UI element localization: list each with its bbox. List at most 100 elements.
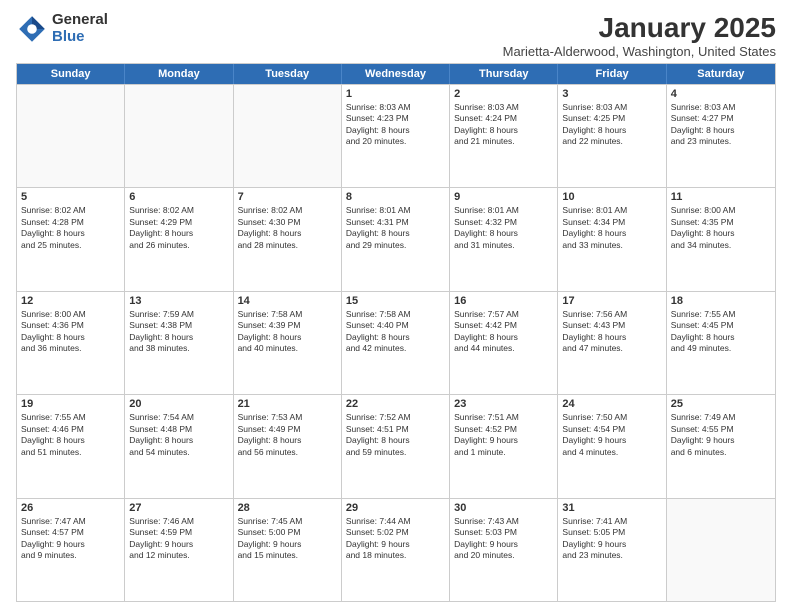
day-number: 4 [671,88,771,100]
title-block: January 2025 Marietta-Alderwood, Washing… [503,12,776,59]
logo-text: General Blue [52,12,108,45]
calendar-cell: 10Sunrise: 8:01 AM Sunset: 4:34 PM Dayli… [558,188,666,290]
calendar-cell: 18 Sunrise: 7:55 AM Sunset: 4:45 PM Dayli… [667,292,775,394]
day-number: 22 [346,398,445,410]
page: General Blue January 2025 Marietta-Alder… [0,0,792,612]
day-number: 9 [454,191,553,203]
logo-general-label: General [52,12,108,29]
calendar-cell: 27 Sunrise: 7:46 AM Sunset: 4:59 PM Dayli… [125,499,233,601]
day-number: 17 [562,295,661,307]
header: General Blue January 2025 Marietta-Alder… [16,12,776,59]
calendar-cell: 2 Sunrise: 8:03 AM Sunset: 4:24 PM Daylig… [450,85,558,187]
calendar-week-row: 1Sunrise: 8:03 AM Sunset: 4:23 PM Daylig… [17,84,775,187]
calendar-cell: 9 Sunrise: 8:01 AM Sunset: 4:32 PM Daylig… [450,188,558,290]
calendar-cell: 19 Sunrise: 7:55 AM Sunset: 4:46 PM Dayli… [17,395,125,497]
month-title: January 2025 [503,12,776,44]
day-number: 11 [671,191,771,203]
day-info: Sunrise: 8:02 AM Sunset: 4:30 PM Dayligh… [238,205,337,251]
day-number: 28 [238,502,337,514]
day-number: 31 [562,502,661,514]
calendar-cell: 28Sunrise: 7:45 AM Sunset: 5:00 PM Dayli… [234,499,342,601]
weekday-header: Thursday [450,64,558,84]
day-number: 20 [129,398,228,410]
day-info: Sunrise: 8:01 AM Sunset: 4:32 PM Dayligh… [454,205,553,251]
calendar-cell: 15Sunrise: 7:58 AM Sunset: 4:40 PM Dayli… [342,292,450,394]
calendar-cell: 25Sunrise: 7:49 AM Sunset: 4:55 PM Dayli… [667,395,775,497]
calendar-header: SundayMondayTuesdayWednesdayThursdayFrid… [17,64,775,84]
day-number: 26 [21,502,120,514]
day-info: Sunrise: 7:56 AM Sunset: 4:43 PM Dayligh… [562,309,661,355]
day-number: 12 [21,295,120,307]
calendar-week-row: 19 Sunrise: 7:55 AM Sunset: 4:46 PM Dayli… [17,394,775,497]
calendar-cell: 7 Sunrise: 8:02 AM Sunset: 4:30 PM Daylig… [234,188,342,290]
weekday-header: Sunday [17,64,125,84]
day-info: Sunrise: 7:55 AM Sunset: 4:46 PM Dayligh… [21,412,120,458]
calendar-cell [667,499,775,601]
day-number: 8 [346,191,445,203]
day-info: Sunrise: 7:52 AM Sunset: 4:51 PM Dayligh… [346,412,445,458]
day-info: Sunrise: 7:44 AM Sunset: 5:02 PM Dayligh… [346,516,445,562]
day-number: 25 [671,398,771,410]
calendar-cell: 20Sunrise: 7:54 AM Sunset: 4:48 PM Dayli… [125,395,233,497]
calendar-cell: 31 Sunrise: 7:41 AM Sunset: 5:05 PM Dayli… [558,499,666,601]
day-number: 27 [129,502,228,514]
calendar-cell: 30Sunrise: 7:43 AM Sunset: 5:03 PM Dayli… [450,499,558,601]
day-number: 6 [129,191,228,203]
day-number: 24 [562,398,661,410]
calendar-cell: 13 Sunrise: 7:59 AM Sunset: 4:38 PM Dayli… [125,292,233,394]
day-info: Sunrise: 7:43 AM Sunset: 5:03 PM Dayligh… [454,516,553,562]
day-number: 7 [238,191,337,203]
day-number: 3 [562,88,661,100]
day-number: 21 [238,398,337,410]
calendar-cell: 1Sunrise: 8:03 AM Sunset: 4:23 PM Daylig… [342,85,450,187]
calendar-cell: 17 Sunrise: 7:56 AM Sunset: 4:43 PM Dayli… [558,292,666,394]
day-number: 18 [671,295,771,307]
calendar-week-row: 12 Sunrise: 8:00 AM Sunset: 4:36 PM Dayli… [17,291,775,394]
calendar-cell: 24 Sunrise: 7:50 AM Sunset: 4:54 PM Dayli… [558,395,666,497]
day-number: 29 [346,502,445,514]
day-info: Sunrise: 8:00 AM Sunset: 4:36 PM Dayligh… [21,309,120,355]
calendar-cell: 12 Sunrise: 8:00 AM Sunset: 4:36 PM Dayli… [17,292,125,394]
logo-blue-label: Blue [52,29,108,46]
calendar-cell: 5Sunrise: 8:02 AM Sunset: 4:28 PM Daylig… [17,188,125,290]
day-info: Sunrise: 7:57 AM Sunset: 4:42 PM Dayligh… [454,309,553,355]
day-info: Sunrise: 8:01 AM Sunset: 4:34 PM Dayligh… [562,205,661,251]
calendar-week-row: 26Sunrise: 7:47 AM Sunset: 4:57 PM Dayli… [17,498,775,601]
day-info: Sunrise: 8:03 AM Sunset: 4:27 PM Dayligh… [671,102,771,148]
day-number: 2 [454,88,553,100]
day-info: Sunrise: 7:46 AM Sunset: 4:59 PM Dayligh… [129,516,228,562]
calendar: SundayMondayTuesdayWednesdayThursdayFrid… [16,63,776,602]
day-number: 5 [21,191,120,203]
day-info: Sunrise: 7:51 AM Sunset: 4:52 PM Dayligh… [454,412,553,458]
calendar-cell: 16Sunrise: 7:57 AM Sunset: 4:42 PM Dayli… [450,292,558,394]
day-info: Sunrise: 7:55 AM Sunset: 4:45 PM Dayligh… [671,309,771,355]
day-info: Sunrise: 7:53 AM Sunset: 4:49 PM Dayligh… [238,412,337,458]
weekday-header: Friday [558,64,666,84]
day-number: 15 [346,295,445,307]
calendar-cell: 4 Sunrise: 8:03 AM Sunset: 4:27 PM Daylig… [667,85,775,187]
day-info: Sunrise: 8:03 AM Sunset: 4:23 PM Dayligh… [346,102,445,148]
logo-icon [16,13,48,45]
logo: General Blue [16,12,108,45]
calendar-cell [234,85,342,187]
calendar-cell: 26Sunrise: 7:47 AM Sunset: 4:57 PM Dayli… [17,499,125,601]
calendar-cell [125,85,233,187]
calendar-cell: 21 Sunrise: 7:53 AM Sunset: 4:49 PM Dayli… [234,395,342,497]
calendar-cell: 14Sunrise: 7:58 AM Sunset: 4:39 PM Dayli… [234,292,342,394]
calendar-cell [17,85,125,187]
calendar-cell: 23 Sunrise: 7:51 AM Sunset: 4:52 PM Dayli… [450,395,558,497]
day-number: 19 [21,398,120,410]
day-info: Sunrise: 8:03 AM Sunset: 4:24 PM Dayligh… [454,102,553,148]
calendar-cell: 3 Sunrise: 8:03 AM Sunset: 4:25 PM Daylig… [558,85,666,187]
day-number: 23 [454,398,553,410]
day-number: 14 [238,295,337,307]
day-info: Sunrise: 7:59 AM Sunset: 4:38 PM Dayligh… [129,309,228,355]
weekday-header: Saturday [667,64,775,84]
day-info: Sunrise: 7:50 AM Sunset: 4:54 PM Dayligh… [562,412,661,458]
calendar-cell: 22 Sunrise: 7:52 AM Sunset: 4:51 PM Dayli… [342,395,450,497]
calendar-week-row: 5Sunrise: 8:02 AM Sunset: 4:28 PM Daylig… [17,187,775,290]
weekday-header: Monday [125,64,233,84]
day-number: 13 [129,295,228,307]
day-info: Sunrise: 8:03 AM Sunset: 4:25 PM Dayligh… [562,102,661,148]
day-info: Sunrise: 7:41 AM Sunset: 5:05 PM Dayligh… [562,516,661,562]
